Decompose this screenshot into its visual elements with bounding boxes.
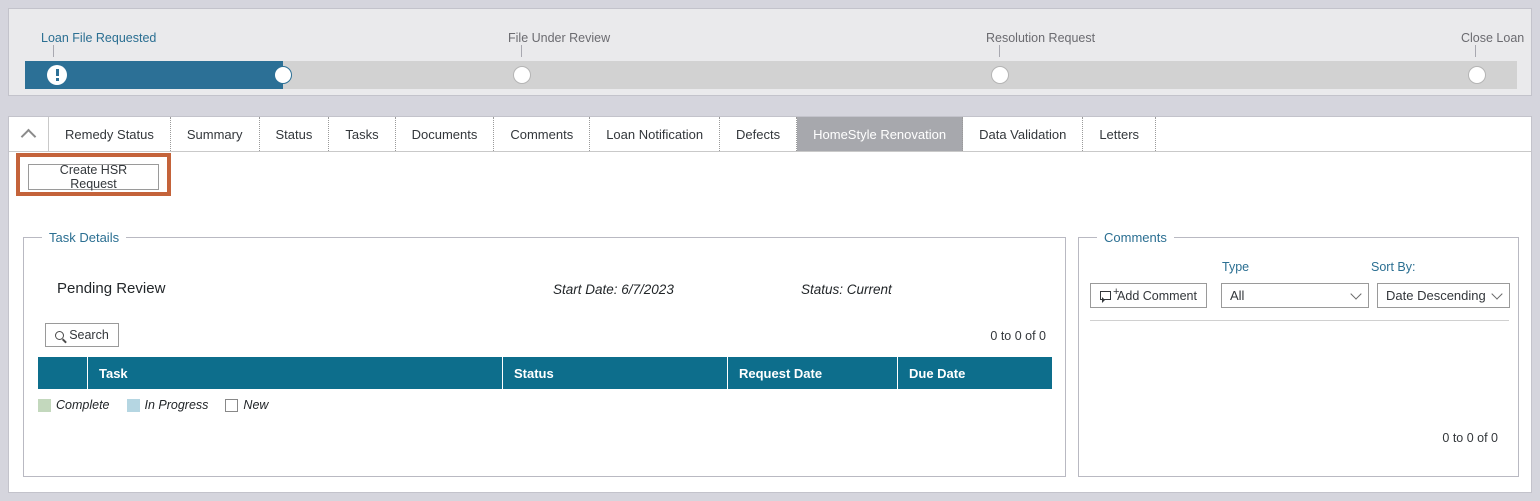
task-status-legend: Complete In Progress New (38, 398, 277, 412)
search-icon (55, 330, 65, 340)
legend-label-in-progress: In Progress (144, 398, 209, 412)
task-table-col-due-date[interactable]: Due Date (898, 357, 1052, 389)
search-button[interactable]: Search (45, 323, 119, 347)
milestone-label-loan-file-requested: Loan File Requested (41, 31, 157, 45)
tab-homestyle-renovation[interactable]: HomeStyle Renovation (797, 117, 964, 151)
comments-panel: Comments Type Sort By: + Add Comment All… (1078, 230, 1519, 477)
task-name: Pending Review (57, 280, 166, 297)
milestone-node-resolution-request[interactable] (991, 66, 1009, 84)
legend-item-in-progress: In Progress (126, 398, 209, 412)
milestone-label-resolution-request: Resolution Request (986, 31, 1096, 45)
legend-label-new: New (243, 398, 269, 412)
tab-letters[interactable]: Letters (1083, 117, 1157, 151)
tab-status[interactable]: Status (259, 117, 330, 151)
comments-pager: 0 to 0 of 0 (1442, 431, 1498, 445)
legend-item-complete: Complete (38, 398, 110, 412)
legend-item-new: New (225, 398, 268, 412)
progress-track (25, 61, 1517, 89)
task-details-panel: Task Details Pending Review Start Date: … (23, 230, 1066, 477)
milestone-node-loan-file-requested[interactable] (274, 66, 292, 84)
create-hsr-request-button[interactable]: Create HSR Request (28, 163, 159, 191)
milestone-progress-panel: Loan File Requested File Under Review Re… (8, 8, 1532, 96)
add-comment-label: Add Comment (1117, 288, 1197, 303)
milestone-tick-1 (521, 45, 522, 57)
legend-swatch-in-progress (126, 398, 140, 412)
collapse-panel-button[interactable] (9, 117, 49, 151)
legend-label-complete: Complete (56, 398, 110, 412)
chevron-up-icon (20, 128, 37, 144)
chevron-down-icon (1350, 287, 1362, 300)
tab-remedy-status[interactable]: Remedy Status (49, 117, 171, 151)
legend-swatch-new (225, 398, 239, 412)
comments-divider (1090, 320, 1509, 321)
task-status: Status: Current (801, 282, 892, 297)
legend-swatch-complete (38, 398, 51, 412)
comment-sort-label: Sort By: (1371, 260, 1416, 274)
tab-bar-filler (1156, 117, 1531, 151)
comment-sort-select[interactable]: Date Descending (1377, 283, 1510, 308)
chevron-down-icon (1491, 287, 1503, 300)
task-table-header-row: Task Status Request Date Due Date (38, 357, 1052, 389)
tab-defects[interactable]: Defects (720, 117, 798, 151)
comments-legend: Comments (1097, 230, 1174, 245)
tab-tasks[interactable]: Tasks (329, 117, 396, 151)
tab-comments[interactable]: Comments (494, 117, 591, 151)
task-table-col-select (38, 357, 88, 389)
task-table-col-task[interactable]: Task (88, 357, 503, 389)
milestone-node-close-loan[interactable] (1468, 66, 1486, 84)
tab-documents[interactable]: Documents (395, 117, 495, 151)
milestone-tick-3 (1475, 45, 1476, 57)
tab-bar: Remedy Status Summary Status Tasks Docum… (9, 117, 1531, 152)
tab-loan-notification[interactable]: Loan Notification (590, 117, 721, 151)
milestone-tick-0 (53, 45, 54, 57)
tab-summary[interactable]: Summary (170, 117, 260, 151)
task-table-col-request-date[interactable]: Request Date (728, 357, 898, 389)
search-button-label: Search (69, 328, 109, 342)
add-comment-button[interactable]: + Add Comment (1090, 283, 1207, 308)
milestone-label-close-loan: Close Loan (1461, 31, 1525, 45)
comment-type-select[interactable]: All (1221, 283, 1369, 308)
alert-exclamation-icon (47, 65, 67, 85)
comment-plus-icon: + (1100, 287, 1119, 303)
task-start-date: Start Date: 6/7/2023 (553, 282, 674, 297)
milestone-labels: Loan File Requested File Under Review Re… (9, 9, 1531, 57)
milestone-label-file-under-review: File Under Review (508, 31, 611, 45)
comment-sort-value: Date Descending (1386, 288, 1486, 303)
milestone-node-file-under-review[interactable] (513, 66, 531, 84)
task-table-col-status[interactable]: Status (503, 357, 728, 389)
task-details-legend: Task Details (42, 230, 127, 245)
task-table-pager: 0 to 0 of 0 (990, 329, 1046, 343)
milestone-tick-2 (999, 45, 1000, 57)
main-content-card: Remedy Status Summary Status Tasks Docum… (8, 116, 1532, 493)
comment-type-value: All (1230, 288, 1245, 303)
tab-data-validation[interactable]: Data Validation (963, 117, 1084, 151)
comment-type-label: Type (1222, 260, 1250, 274)
plus-glyph: + (1113, 286, 1120, 298)
